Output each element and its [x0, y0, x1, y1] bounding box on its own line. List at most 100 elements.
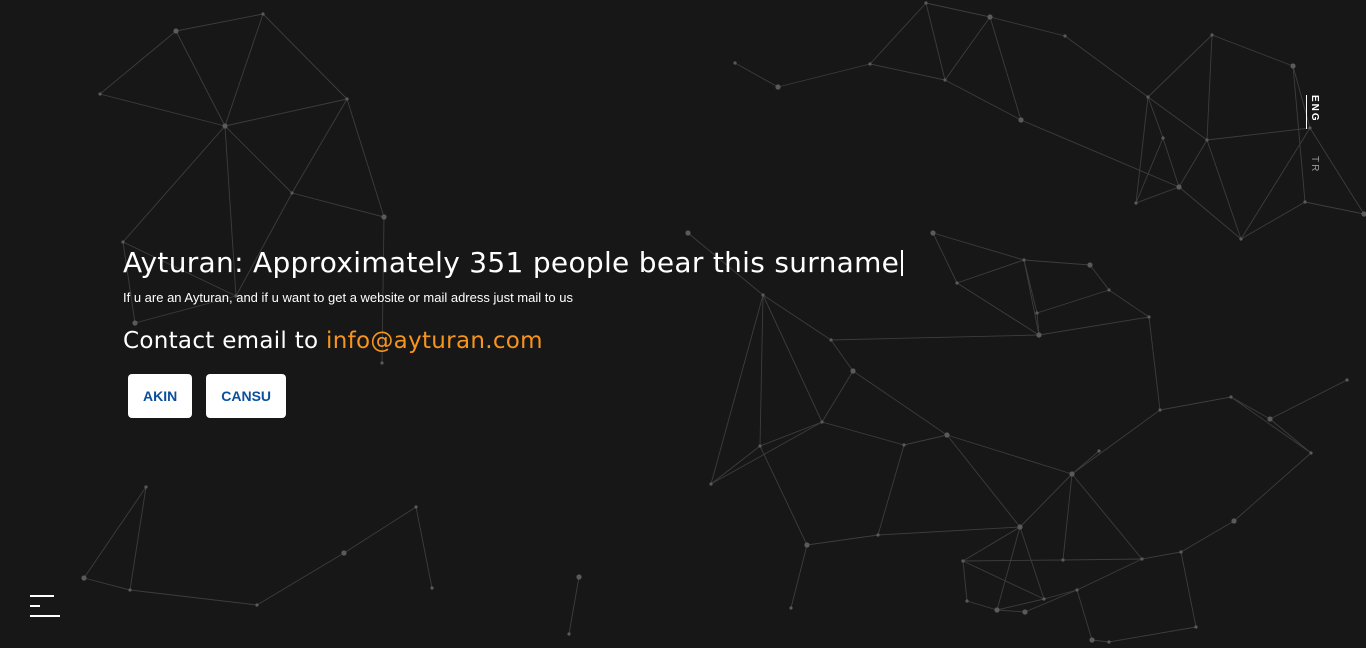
cansu-button[interactable]: CANSU [206, 374, 287, 418]
network-node [1089, 637, 1095, 643]
network-edge [291, 192, 385, 218]
network-node [775, 84, 781, 90]
network-node [758, 444, 762, 448]
network-edge [925, 2, 946, 81]
network-node [930, 230, 936, 236]
network-edge [869, 63, 946, 81]
network-edge [996, 598, 1045, 611]
network-node [1194, 625, 1198, 629]
network-node [1267, 416, 1273, 422]
network-node [1361, 211, 1366, 217]
network-edge [1062, 558, 1143, 561]
network-node [804, 542, 810, 548]
network-node [1161, 136, 1165, 140]
network-edge [1233, 452, 1312, 522]
network-node [1107, 640, 1111, 644]
network-edge [1043, 589, 1078, 600]
network-node [1061, 558, 1065, 562]
network-edge [122, 125, 226, 243]
network-edge [224, 13, 264, 127]
menu-line-top [30, 595, 54, 597]
network-node [1210, 33, 1214, 37]
network-edge [932, 232, 1025, 261]
network-edge [256, 552, 345, 606]
hamburger-menu-icon[interactable] [30, 594, 60, 618]
network-node [1022, 258, 1026, 262]
network-edge [1108, 289, 1150, 318]
network-node [685, 230, 691, 236]
network-edge [1269, 379, 1348, 420]
network-edge [415, 506, 433, 589]
network-edge [262, 13, 348, 100]
network-edge [1023, 259, 1091, 266]
network-edge [1147, 34, 1213, 98]
network-node [868, 62, 872, 66]
hero-section: Ayturan: Approximately 351 people bear t… [123, 244, 904, 357]
network-edge [1269, 418, 1312, 454]
network-node [1022, 609, 1028, 615]
network-node [98, 92, 102, 96]
network-edge [821, 421, 905, 446]
network-edge [1230, 396, 1312, 454]
network-edge [83, 486, 147, 579]
network-node [1017, 524, 1023, 530]
network-edge [1020, 119, 1180, 188]
network-node [1205, 138, 1209, 142]
network-edge [944, 16, 991, 81]
contact-email-link[interactable]: info@ayturan.com [326, 328, 543, 354]
network-edge [568, 576, 580, 635]
network-edge [1178, 139, 1208, 188]
network-node [733, 61, 737, 65]
network-edge [1141, 551, 1182, 560]
network-node [345, 97, 349, 101]
network-node [1146, 95, 1150, 99]
network-node [173, 28, 179, 34]
network-node [1035, 311, 1039, 315]
network-edge [1230, 396, 1271, 420]
network-node [789, 606, 793, 610]
network-edge [996, 526, 1021, 611]
akin-button[interactable]: AKIN [128, 374, 193, 418]
network-edge [1135, 186, 1180, 204]
network-edge [759, 421, 823, 447]
page: Ayturan: Approximately 351 people bear t… [0, 0, 1366, 648]
network-edge [99, 93, 226, 127]
network-node [965, 599, 969, 603]
network-node [1303, 200, 1307, 204]
network-edge [1036, 289, 1110, 314]
network-node [576, 574, 582, 580]
network-edge [989, 16, 1066, 37]
network-edge [99, 30, 177, 95]
network-node [290, 191, 294, 195]
network-edge [966, 600, 998, 611]
network-node [1018, 117, 1024, 123]
network-node [1345, 378, 1349, 382]
network-node [987, 14, 993, 20]
network-node [381, 214, 387, 220]
network-edge [1162, 137, 1180, 188]
network-edge [1089, 264, 1110, 291]
network-node [820, 420, 824, 424]
network-edge [821, 370, 854, 423]
network-edge [1180, 551, 1197, 628]
network-edge [1064, 35, 1149, 98]
network-edge [932, 232, 958, 284]
language-tr[interactable]: TR [1306, 156, 1320, 173]
network-edge [343, 506, 417, 554]
network-node [341, 550, 347, 556]
network-edge [1148, 316, 1161, 411]
network-edge [946, 434, 1073, 475]
network-edge [1071, 473, 1143, 560]
network-node [1069, 471, 1075, 477]
network-edge [1076, 558, 1143, 591]
network-edge [1019, 473, 1073, 528]
language-eng[interactable]: ENG [1306, 95, 1320, 129]
network-edge [1211, 34, 1294, 67]
network-edge [956, 282, 1040, 336]
network-node [1036, 332, 1042, 338]
network-edge [129, 486, 147, 591]
network-edge [996, 609, 1026, 613]
menu-line-bottom [30, 615, 60, 617]
network-edge [1206, 139, 1242, 240]
network-node [902, 443, 906, 447]
